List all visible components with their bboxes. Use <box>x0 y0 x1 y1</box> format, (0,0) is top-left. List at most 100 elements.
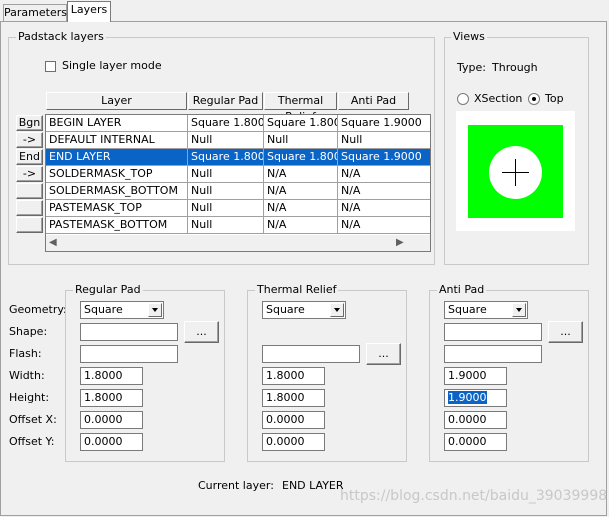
anti-width-input[interactable]: 1.9000 <box>444 367 507 385</box>
grid-cell[interactable]: PASTEMASK_TOP <box>46 200 188 217</box>
column-header-anti-pad[interactable]: Anti Pad <box>338 92 409 110</box>
anti-height-selected-text: 1.9000 <box>448 391 487 404</box>
grid-cell[interactable]: Null <box>338 132 430 149</box>
offset-y-label: Offset Y: <box>9 435 55 448</box>
grid-cell[interactable]: DEFAULT INTERNAL <box>46 132 188 149</box>
grid-cell[interactable]: END LAYER <box>46 149 188 166</box>
padstack-layers-legend: Padstack layers <box>16 30 106 44</box>
anti-shape-input[interactable] <box>444 323 542 341</box>
grid-cell[interactable]: Null <box>188 132 264 149</box>
chevron-down-icon[interactable] <box>512 303 526 317</box>
end-button[interactable]: End <box>16 149 43 165</box>
column-header-thermal-relief[interactable]: Thermal Relief <box>264 92 337 123</box>
type-value: Through <box>492 61 538 74</box>
width-label: Width: <box>9 369 45 382</box>
height-label: Height: <box>9 391 50 404</box>
grid-cell[interactable]: N/A <box>338 183 430 200</box>
anti-offset-y-input[interactable]: 0.0000 <box>444 433 507 451</box>
views-legend: Views <box>451 30 487 44</box>
regular-flash-input[interactable] <box>80 345 178 363</box>
grid-cell[interactable]: Null <box>188 217 264 234</box>
thermal-width-input[interactable]: 1.8000 <box>262 367 325 385</box>
grid-cell[interactable]: Square 1.9000 <box>338 115 430 132</box>
top-radio[interactable] <box>528 93 540 105</box>
thermal-relief-legend: Thermal Relief <box>255 283 339 297</box>
scroll-left-icon[interactable]: ◀ <box>49 237 57 249</box>
grid-cell[interactable]: Square 1.8000 <box>264 149 338 166</box>
geometry-label: Geometry: <box>9 303 67 316</box>
regular-geometry-value: Square <box>84 303 123 316</box>
anti-geometry-select[interactable]: Square <box>444 301 528 319</box>
grid-cell[interactable]: N/A <box>264 166 338 183</box>
top-label: Top <box>545 92 564 105</box>
chevron-down-icon[interactable] <box>330 303 344 317</box>
row-button-pastemask-top[interactable] <box>16 200 43 216</box>
anti-flash-input[interactable] <box>444 345 542 363</box>
regular-offset-y-input[interactable]: 0.0000 <box>80 433 143 451</box>
type-label: Type: <box>457 61 486 74</box>
grid-cell[interactable]: Null <box>188 166 264 183</box>
thermal-flash-input[interactable] <box>262 345 360 363</box>
grid-cell[interactable]: N/A <box>338 166 430 183</box>
anti-offset-x-input[interactable]: 0.0000 <box>444 411 507 429</box>
chevron-down-icon[interactable] <box>148 303 162 317</box>
row-button-soldermask-bottom[interactable] <box>16 183 43 199</box>
tab-layers[interactable]: Layers <box>67 1 111 22</box>
regular-geometry-select[interactable]: Square <box>80 301 164 319</box>
horizontal-scrollbar[interactable]: ◀ ▶ <box>46 235 430 251</box>
grid-cell[interactable]: Square 1.8000 <box>188 149 264 166</box>
grid-cell[interactable]: N/A <box>338 200 430 217</box>
grid-cell[interactable]: Null <box>188 200 264 217</box>
grid-cell[interactable]: Square 1.8000 <box>264 115 338 132</box>
goto-default-internal-button[interactable]: -> <box>16 132 43 148</box>
column-header-regular-pad[interactable]: Regular Pad <box>188 92 263 110</box>
tab-parameters[interactable]: Parameters <box>3 4 67 21</box>
pad-preview <box>456 111 575 231</box>
row-button-pastemask-bottom[interactable] <box>16 217 43 233</box>
regular-shape-browse-button[interactable]: ... <box>184 321 219 343</box>
drill-hole-shape <box>489 146 542 199</box>
regular-height-input[interactable]: 1.8000 <box>80 389 143 407</box>
grid-cell[interactable]: SOLDERMASK_BOTTOM <box>46 183 188 200</box>
bgn-button[interactable]: Bgn <box>16 115 43 131</box>
thermal-offset-y-input[interactable]: 0.0000 <box>262 433 325 451</box>
thermal-height-input[interactable]: 1.8000 <box>262 389 325 407</box>
single-layer-mode-label: Single layer mode <box>62 59 162 72</box>
regular-offset-x-input[interactable]: 0.0000 <box>80 411 143 429</box>
grid-cell[interactable]: SOLDERMASK_TOP <box>46 166 188 183</box>
anti-geometry-value: Square <box>448 303 487 316</box>
watermark-text: https://blog.csdn.net/baidu_39039998 <box>340 488 608 504</box>
regular-shape-input[interactable] <box>80 323 178 341</box>
anti-height-input[interactable]: 1.9000 <box>444 389 507 407</box>
grid-cell[interactable]: Square 1.9000 <box>338 149 430 166</box>
grid-cell[interactable]: BEGIN LAYER <box>46 115 188 132</box>
xsection-radio[interactable] <box>457 93 469 105</box>
regular-width-input[interactable]: 1.8000 <box>80 367 143 385</box>
thermal-geometry-select[interactable]: Square <box>262 301 346 319</box>
grid-cell[interactable]: N/A <box>264 183 338 200</box>
layers-grid: BEGIN LAYERSquare 1.8000Square 1.8000Squ… <box>45 114 431 252</box>
offset-x-label: Offset X: <box>9 413 57 426</box>
scroll-right-icon[interactable]: ▶ <box>396 237 404 249</box>
single-layer-mode-checkbox[interactable] <box>45 61 56 72</box>
grid-cell[interactable]: N/A <box>264 200 338 217</box>
crosshair-vertical <box>515 159 516 186</box>
grid-cell[interactable]: Null <box>188 183 264 200</box>
grid-cell[interactable]: Square 1.8000 <box>188 115 264 132</box>
flash-label: Flash: <box>9 347 42 360</box>
anti-pad-legend: Anti Pad <box>437 283 487 297</box>
thermal-flash-browse-button[interactable]: ... <box>366 343 401 365</box>
xsection-label: XSection <box>474 92 523 105</box>
column-header-layer[interactable]: Layer <box>46 92 187 110</box>
thermal-geometry-value: Square <box>266 303 305 316</box>
current-layer-label: Current layer: <box>198 479 274 492</box>
anti-shape-browse-button[interactable]: ... <box>548 321 583 343</box>
grid-cell[interactable]: N/A <box>338 217 430 234</box>
grid-cell[interactable]: PASTEMASK_BOTTOM <box>46 217 188 234</box>
pad-square-shape <box>468 125 563 218</box>
thermal-offset-x-input[interactable]: 0.0000 <box>262 411 325 429</box>
regular-pad-legend: Regular Pad <box>73 283 143 297</box>
grid-cell[interactable]: Null <box>264 132 338 149</box>
goto-soldermask-top-button[interactable]: -> <box>16 166 43 182</box>
grid-cell[interactable]: N/A <box>264 217 338 234</box>
